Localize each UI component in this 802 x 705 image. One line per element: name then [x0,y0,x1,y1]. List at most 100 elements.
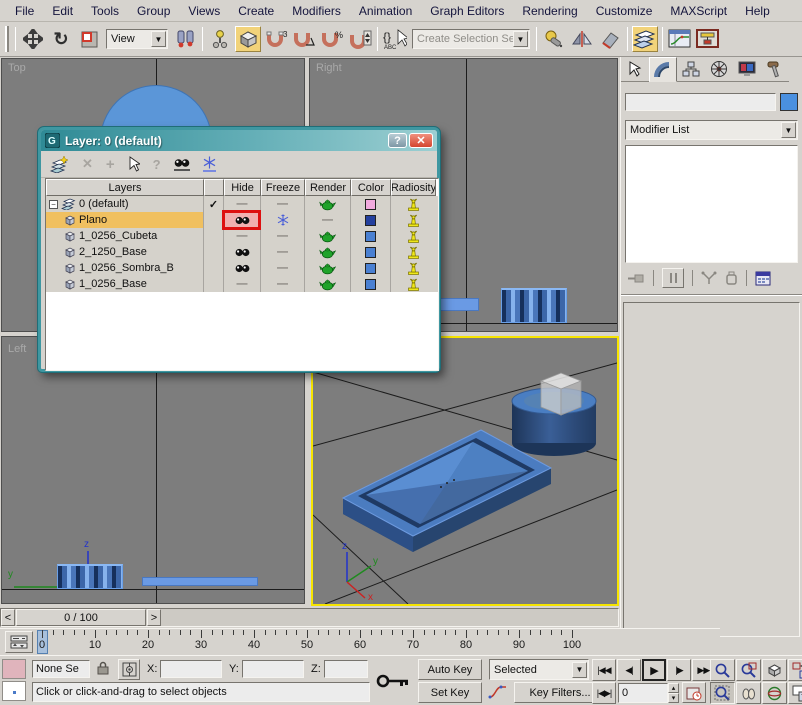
layer-row[interactable]: 1_0256_Base—— [46,276,438,292]
radiosity-cell[interactable] [391,260,436,276]
hide-cell[interactable] [224,260,261,276]
radiosity-cell[interactable] [391,196,436,212]
frame-spinner[interactable]: ▴ ▾ [668,683,679,703]
select-and-rotate-button[interactable]: ↻ [48,26,74,52]
radiosity-cell[interactable] [391,244,436,260]
render-cell[interactable] [305,244,351,260]
previous-frame-button[interactable]: ◀| [617,659,641,681]
selection-color-swatch[interactable] [2,659,26,679]
align-button[interactable] [541,26,567,52]
column-header-Hide[interactable]: Hide [224,179,261,196]
freeze-cell[interactable]: — [261,196,305,212]
key-mode-toggle-button[interactable]: |◀▶| [592,682,616,704]
render-cell[interactable] [305,260,351,276]
current-layer-cell[interactable] [204,260,224,276]
render-cell[interactable]: — [305,212,351,228]
column-header-Freeze[interactable]: Freeze [261,179,305,196]
edit-named-selections-button[interactable]: {}ABC [382,26,408,52]
tab-utilities[interactable] [761,57,789,82]
percent-snap-button[interactable]: % [319,26,345,52]
menu-create[interactable]: Create [229,1,283,21]
select-and-scale-button[interactable] [76,26,102,52]
modifier-list-dropdown[interactable]: Modifier List ▼ [625,120,798,140]
freeze-cell[interactable]: — [261,260,305,276]
menu-help[interactable]: Help [736,1,779,21]
color-cell[interactable] [351,196,391,212]
toolbar-grip[interactable] [5,26,9,52]
hide-cell[interactable] [224,212,261,228]
pan-button[interactable] [736,682,761,704]
layer-name-cell[interactable]: 1_0256_Cubeta [46,228,204,244]
layer-color-swatch[interactable] [365,215,376,226]
play-button[interactable]: ▶ [642,659,666,681]
render-cell[interactable] [305,228,351,244]
reference-coordinate-dropdown[interactable]: View ▼ [106,29,168,49]
menu-tools[interactable]: Tools [82,1,128,21]
freeze-cell[interactable]: — [261,276,305,292]
snap-toggle-button[interactable] [235,26,261,52]
radiosity-cell[interactable] [391,228,436,244]
create-new-layer-button[interactable] [49,155,69,173]
pin-stack-icon[interactable] [627,271,645,285]
current-frame-field[interactable]: 0 [618,683,668,703]
time-configuration-button[interactable] [682,682,706,703]
current-layer-cell[interactable] [204,276,224,292]
remove-modifier-icon[interactable] [725,271,738,285]
layer-name-cell[interactable]: 1_0256_Sombra_B [46,260,204,276]
color-cell[interactable] [351,260,391,276]
angle-snap-toggle-button[interactable] [291,26,317,52]
layer-color-swatch[interactable] [365,263,376,274]
layer-color-swatch[interactable] [365,231,376,242]
layer-name-cell[interactable]: Plano [46,212,204,228]
viewport-right-label[interactable]: Right [316,62,342,74]
schematic-view-button[interactable] [695,26,721,52]
time-slider-prev-button[interactable]: < [1,609,15,626]
menu-rendering[interactable]: Rendering [513,1,586,21]
column-header-Radiosity[interactable]: Radiosity [391,179,436,196]
viewport-left-label[interactable]: Left [8,343,26,355]
menu-edit[interactable]: Edit [43,1,82,21]
time-slider-next-button[interactable]: > [147,609,161,626]
menu-views[interactable]: Views [179,1,229,21]
zoom-extents-button[interactable] [762,659,787,681]
dialog-title-bar[interactable]: G Layer: 0 (default) ? ✕ [41,130,437,151]
delete-layer-icon[interactable]: ✕ [82,156,93,172]
named-selection-set-dropdown[interactable]: Create Selection Set ▼ [412,29,530,49]
column-header-Color[interactable]: Color [351,179,391,196]
menu-customize[interactable]: Customize [587,1,662,21]
selection-lock-toggle[interactable] [97,661,109,675]
layer-color-swatch[interactable] [365,247,376,258]
default-in-out-tangents-button[interactable] [488,684,508,700]
y-coordinate-field[interactable] [242,660,304,678]
radiosity-cell[interactable] [391,212,436,228]
angle-snap-button[interactable]: 3 [263,26,289,52]
render-cell[interactable] [305,196,351,212]
set-keys-button[interactable] [372,662,414,700]
key-filter-selected-dropdown[interactable]: Selected ▼ [489,659,589,680]
add-to-layer-icon[interactable]: + [106,156,115,173]
auto-key-button[interactable]: Auto Key [418,659,482,680]
layer-manager-button[interactable] [632,26,658,52]
tab-hierarchy[interactable] [677,57,705,82]
select-and-link-button[interactable] [207,26,233,52]
configure-modifier-sets-icon[interactable] [755,271,771,286]
viewport-top-label[interactable]: Top [8,62,26,74]
current-layer-cell[interactable] [204,244,224,260]
layer-color-swatch[interactable] [365,279,376,290]
zoom-all-button[interactable] [736,659,761,681]
z-coordinate-field[interactable] [324,660,368,678]
menu-group[interactable]: Group [128,1,179,21]
help-button[interactable]: ? [388,133,407,148]
color-cell[interactable] [351,212,391,228]
modifier-stack[interactable] [625,145,798,263]
close-button[interactable]: ✕ [409,133,433,148]
layer-row[interactable]: 1_0256_Sombra_B — [46,260,438,276]
arc-rotate-button[interactable] [762,682,787,704]
column-header-current[interactable] [204,179,224,196]
mirror-button[interactable] [569,26,595,52]
next-frame-button[interactable]: |▶ [667,659,691,681]
hide-cell[interactable] [224,244,261,260]
layer-row[interactable]: 1_0256_Cubeta—— [46,228,438,244]
select-and-move-button[interactable] [20,26,46,52]
freeze-cell[interactable]: — [261,228,305,244]
